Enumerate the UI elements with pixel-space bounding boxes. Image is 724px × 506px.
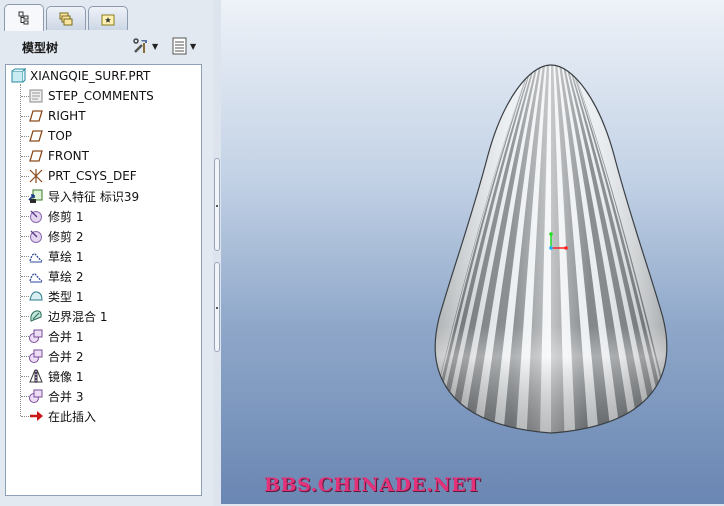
insert-here-arrow-icon: [28, 408, 44, 424]
navigator-tabs: [0, 0, 213, 31]
tree-item-top[interactable]: TOP: [28, 126, 72, 146]
tree-item-prt-csys-def[interactable]: PRT_CSYS_DEF: [28, 166, 137, 186]
merge-icon: [28, 348, 44, 364]
note-icon: [28, 88, 44, 104]
tree-item-sketch-2[interactable]: 草绘 2: [28, 266, 83, 286]
tree-item-sketch-1[interactable]: 草绘 1: [28, 246, 83, 266]
tree-item-label: STEP_COMMENTS: [48, 89, 154, 103]
datum-plane-icon: [28, 108, 44, 124]
tree-root-label: XIANGQIE_SURF.PRT: [30, 69, 151, 83]
tree-item-merge-3[interactable]: 合并 3: [28, 386, 83, 406]
tree-item-insert-here[interactable]: 在此插入: [28, 406, 96, 426]
mirror-icon: [28, 368, 44, 384]
tree-item-trim-1[interactable]: 修剪 1: [28, 206, 83, 226]
tree-item-label: 类型 1: [48, 289, 84, 304]
part-icon: [10, 68, 26, 84]
tree-item-label: TOP: [48, 129, 73, 143]
model-tree-icon: [18, 11, 29, 25]
tree-guide-line: [20, 84, 21, 416]
tree-item-merge-1[interactable]: 合并 1: [28, 326, 83, 346]
tools-icon: [133, 38, 147, 53]
tree-item-label: 合并 2: [48, 349, 84, 364]
datum-plane-icon: [28, 148, 44, 164]
tree-item-merge-2[interactable]: 合并 2: [28, 346, 83, 366]
coordinate-system-icon: [28, 168, 44, 184]
tree-item-label: 修剪 1: [48, 209, 84, 224]
tree-item-label: 合并 1: [48, 329, 84, 344]
tree-item-mirror-1[interactable]: 镜像 1: [28, 366, 83, 386]
surface-icon: [28, 288, 44, 304]
panel-title: 模型树: [22, 41, 59, 55]
splitter-grip-bottom[interactable]: [214, 262, 220, 352]
layers-icon: [59, 12, 73, 25]
graphics-viewport[interactable]: BBS.CHINADE.NET: [221, 0, 724, 504]
tree-item-import-feature[interactable]: 导入特征 标识39: [28, 186, 139, 206]
tree-item-label: 草绘 1: [48, 249, 84, 264]
tree-item-boundary-blend-1[interactable]: 边界混合 1: [28, 306, 107, 326]
tree-item-step-comments[interactable]: STEP_COMMENTS: [28, 86, 154, 106]
chevron-down-icon: ▼: [190, 41, 197, 51]
favorites-folder-icon: [101, 14, 115, 25]
merge-icon: [28, 328, 44, 344]
tree-item-right[interactable]: RIGHT: [28, 106, 86, 126]
model-tree-tab[interactable]: [4, 4, 44, 31]
sketch-icon: [28, 248, 44, 264]
chevron-down-icon: ▼: [152, 41, 159, 51]
model-tree-panel: 模型树 ▼ ▼ XIANGQIE_SURF.PRT STEP_COMMENTS …: [0, 0, 213, 506]
tree-item-type-1[interactable]: 类型 1: [28, 286, 83, 306]
panel-splitter[interactable]: [213, 0, 221, 506]
model-tree[interactable]: XIANGQIE_SURF.PRT STEP_COMMENTS RIGHT TO…: [5, 64, 202, 496]
sketch-icon: [28, 268, 44, 284]
datum-plane-icon: [28, 128, 44, 144]
tree-item-trim-2[interactable]: 修剪 2: [28, 226, 83, 246]
layers-tab[interactable]: [46, 6, 86, 30]
tree-item-label: 导入特征 标识39: [48, 189, 140, 204]
boundary-blend-icon: [28, 308, 44, 324]
tree-item-label: RIGHT: [48, 109, 86, 123]
favorites-tab[interactable]: [88, 6, 128, 30]
tree-item-front[interactable]: FRONT: [28, 146, 89, 166]
tree-item-label: 合并 3: [48, 389, 84, 404]
merge-icon: [28, 388, 44, 404]
splitter-grip-top[interactable]: [214, 158, 220, 251]
list-view-icon: [172, 37, 187, 55]
striped-cone-model[interactable]: [221, 0, 724, 504]
tree-item-label: 边界混合 1: [48, 309, 108, 324]
tree-item-label: 草绘 2: [48, 269, 84, 284]
tree-item-label: 镜像 1: [48, 369, 84, 384]
tree-item-label: PRT_CSYS_DEF: [48, 169, 137, 183]
tree-root-node[interactable]: XIANGQIE_SURF.PRT: [10, 66, 150, 86]
trim-icon: [28, 228, 44, 244]
settings-dropdown-button[interactable]: ▼: [132, 36, 158, 56]
tree-item-label: 在此插入: [48, 409, 97, 424]
tree-item-label: FRONT: [48, 149, 89, 163]
watermark-text: BBS.CHINADE.NET: [264, 474, 481, 496]
show-dropdown-button[interactable]: ▼: [172, 36, 196, 56]
import-feature-icon: [28, 188, 44, 204]
panel-header: 模型树 ▼ ▼: [6, 33, 212, 61]
trim-icon: [28, 208, 44, 224]
tree-item-label: 修剪 2: [48, 229, 84, 244]
